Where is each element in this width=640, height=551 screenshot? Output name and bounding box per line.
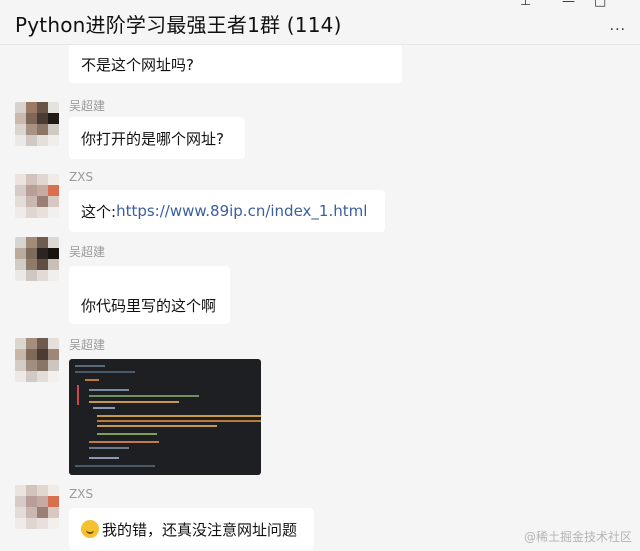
message-bubble[interactable]: 你打开的是哪个网址? xyxy=(69,117,245,159)
pin-icon[interactable]: ⊥ xyxy=(520,0,531,9)
message-text: 你代码里写的这个啊 xyxy=(81,296,217,315)
message-bubble[interactable]: 我的错，还真没注意网址问题 xyxy=(69,508,314,550)
code-screenshot-image[interactable] xyxy=(69,359,261,475)
sender-name: 吴超建 xyxy=(69,99,106,113)
sender-name: ZXS xyxy=(69,487,94,501)
message-bubble[interactable]: 不是这个网址吗? xyxy=(69,45,402,83)
avatar[interactable] xyxy=(15,174,59,218)
message-text: 不是这个网址吗? xyxy=(81,55,194,74)
message-text: 我的错，还真没注意网址问题 xyxy=(102,520,298,539)
message-bubble[interactable]: 这个: https://www.89ip.cn/index_1.html xyxy=(69,190,385,232)
message-text: 你打开的是哪个网址? xyxy=(81,129,224,148)
sender-name: ZXS xyxy=(69,170,94,184)
avatar[interactable] xyxy=(15,102,59,146)
sender-name: 吴超建 xyxy=(69,338,106,352)
chat-title: Python进阶学习最强王者1群 (114) xyxy=(15,13,342,37)
more-options-icon[interactable]: ··· xyxy=(610,22,626,38)
message-bubble[interactable]: 你代码里写的这个啊 xyxy=(69,266,230,324)
sweat-smile-emoji-icon xyxy=(81,520,99,538)
title-bar: Python进阶学习最强王者1群 (114) ⊥ — □ ··· xyxy=(0,0,640,44)
avatar[interactable] xyxy=(15,338,59,382)
message-text: 这个: xyxy=(81,202,117,221)
sender-name: 吴超建 xyxy=(69,245,106,259)
avatar[interactable] xyxy=(15,237,59,281)
avatar[interactable] xyxy=(15,485,59,529)
watermark: @稀土掘金技术社区 xyxy=(523,530,632,544)
message-link[interactable]: https://www.89ip.cn/index_1.html xyxy=(116,202,367,220)
maximize-icon[interactable]: □ xyxy=(594,0,606,9)
minimize-icon[interactable]: — xyxy=(562,0,575,9)
